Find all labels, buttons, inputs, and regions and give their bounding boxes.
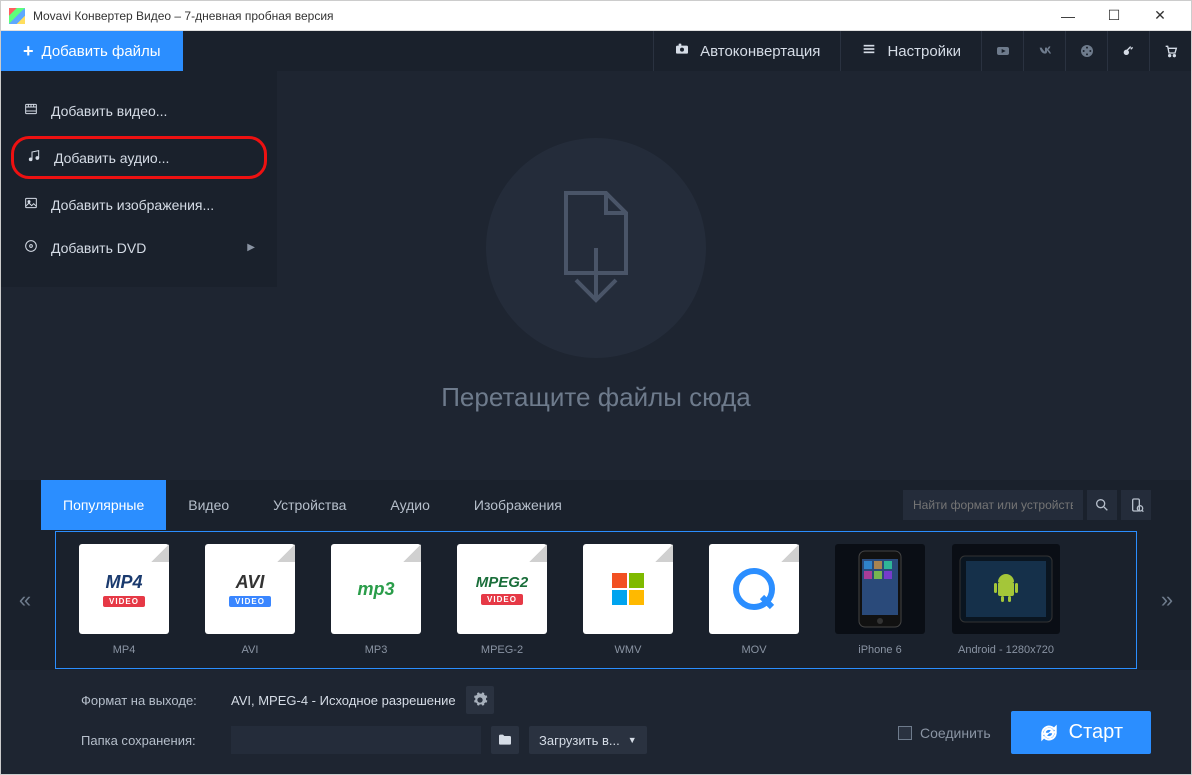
cart-icon-button[interactable]	[1149, 31, 1191, 71]
chevron-right-icon: ▶	[247, 242, 255, 253]
youtube-icon-button[interactable]	[981, 31, 1023, 71]
chevron-down-icon: ▼	[628, 735, 637, 745]
format-mov[interactable]: MOV	[700, 544, 808, 656]
add-images-item[interactable]: Добавить изображения...	[1, 183, 277, 226]
format-mp3[interactable]: mp3 MP3	[322, 544, 430, 656]
format-mpeg2[interactable]: MPEG2VIDEO MPEG-2	[448, 544, 556, 656]
key-icon-button[interactable]	[1107, 31, 1149, 71]
format-iphone6[interactable]: iPhone 6	[826, 544, 934, 656]
format-wmv[interactable]: WMV	[574, 544, 682, 656]
output-format-label: Формат на выходе:	[81, 693, 221, 708]
disc-icon	[23, 238, 39, 257]
add-video-label: Добавить видео...	[51, 103, 167, 119]
format-search-input[interactable]	[903, 490, 1083, 520]
reel-icon-button[interactable]	[1065, 31, 1107, 71]
plus-icon: +	[23, 41, 34, 62]
tab-popular[interactable]: Популярные	[41, 480, 166, 530]
tab-audio[interactable]: Аудио	[368, 480, 452, 530]
format-carousel: MP4VIDEO MP4 AVIVIDEO AVI mp3 MP3 MPEG2V…	[55, 531, 1137, 669]
vk-icon-button[interactable]	[1023, 31, 1065, 71]
start-button[interactable]: Старт	[1011, 711, 1151, 754]
format-avi[interactable]: AVIVIDEO AVI	[196, 544, 304, 656]
format-mp4[interactable]: MP4VIDEO MP4	[70, 544, 178, 656]
window-title: Movavi Конвертер Видео – 7-дневная пробн…	[33, 9, 1045, 23]
format-tabs: Популярные Видео Устройства Аудио Изобра…	[41, 480, 1151, 530]
carousel-next-button[interactable]: »	[1147, 530, 1187, 670]
android-tablet-icon	[958, 554, 1054, 624]
upload-to-select[interactable]: Загрузить в... ▼	[529, 726, 647, 754]
add-dvd-item[interactable]: Добавить DVD ▶	[1, 226, 277, 269]
refresh-icon	[1039, 723, 1059, 743]
dropzone-text: Перетащите файлы сюда	[441, 382, 751, 413]
search-button[interactable]	[1087, 490, 1117, 520]
settings-label: Настройки	[887, 43, 961, 60]
app-icon	[9, 8, 25, 24]
file-arrow-icon	[551, 188, 641, 308]
save-folder-label: Папка сохранения:	[81, 733, 221, 748]
bottom-bar: Формат на выходе: AVI, MPEG-4 - Исходное…	[1, 670, 1191, 774]
autoconvert-label: Автоконвертация	[700, 43, 820, 60]
carousel-prev-button[interactable]: «	[5, 530, 45, 670]
iphone-icon	[857, 549, 903, 629]
close-button[interactable]: ✕	[1137, 2, 1183, 30]
output-format-value: AVI, MPEG-4 - Исходное разрешение	[231, 693, 456, 708]
add-images-label: Добавить изображения...	[51, 197, 214, 213]
add-audio-item[interactable]: Добавить аудио...	[11, 136, 267, 179]
browse-folder-button[interactable]	[491, 726, 519, 754]
save-folder-input[interactable]	[231, 726, 481, 754]
settings-button[interactable]: Настройки	[840, 31, 981, 71]
checkbox-icon	[898, 726, 912, 740]
autoconvert-button[interactable]: Автоконвертация	[653, 31, 840, 71]
camera-icon	[674, 41, 690, 61]
image-icon	[23, 195, 39, 214]
minimize-button[interactable]: —	[1045, 2, 1091, 30]
dropzone-circle	[486, 138, 706, 358]
tab-video[interactable]: Видео	[166, 480, 251, 530]
add-files-button[interactable]: + Добавить файлы	[1, 31, 183, 71]
titlebar: Movavi Конвертер Видео – 7-дневная пробн…	[1, 1, 1191, 31]
add-audio-label: Добавить аудио...	[54, 150, 169, 166]
formats-section: Популярные Видео Устройства Аудио Изобра…	[1, 480, 1191, 670]
add-files-dropdown: Добавить видео... Добавить аудио... Доба…	[1, 71, 277, 287]
music-icon	[26, 148, 42, 167]
device-detect-button[interactable]	[1121, 490, 1151, 520]
add-files-label: Добавить файлы	[42, 43, 161, 60]
tab-devices[interactable]: Устройства	[251, 480, 368, 530]
format-android[interactable]: Android - 1280x720	[952, 544, 1060, 656]
maximize-button[interactable]: ☐	[1091, 2, 1137, 30]
add-dvd-label: Добавить DVD	[51, 240, 146, 256]
video-icon	[23, 101, 39, 120]
quicktime-icon	[732, 567, 776, 611]
main-toolbar: + Добавить файлы Автоконвертация Настрой…	[1, 31, 1191, 71]
windows-logo-icon	[608, 569, 648, 609]
join-checkbox[interactable]: Соединить	[898, 725, 991, 741]
hamburger-icon	[861, 41, 877, 61]
output-settings-button[interactable]	[466, 686, 494, 714]
add-video-item[interactable]: Добавить видео...	[1, 89, 277, 132]
tab-images[interactable]: Изображения	[452, 480, 584, 530]
